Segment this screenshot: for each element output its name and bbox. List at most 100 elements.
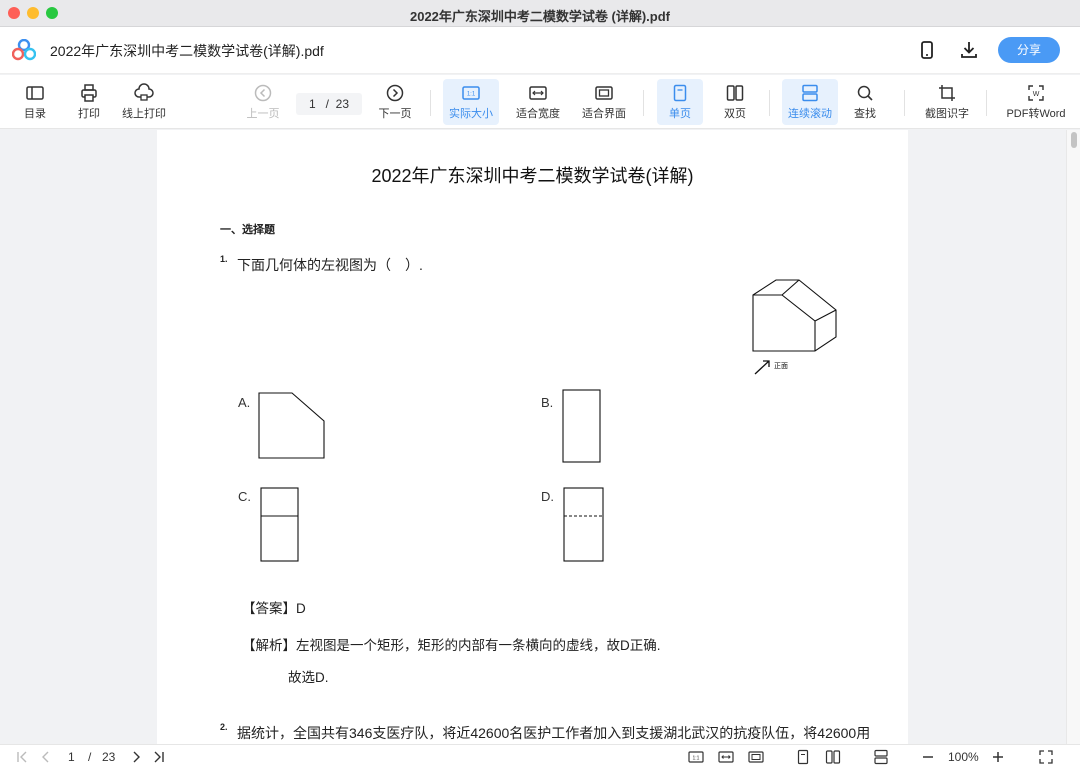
toolbar: 目录 打印 线上打印 上一页 1 / 23 下一页 1:1 实际大小 适合宽度 …	[0, 75, 1080, 129]
prev-page-icon[interactable]	[38, 749, 54, 765]
option-b-label: B.	[541, 395, 554, 410]
paper-title: 2022年广东深圳中考二模数学试卷(详解)	[371, 166, 694, 186]
svg-text:1:1: 1:1	[467, 92, 476, 98]
toolbar-divider	[904, 90, 905, 116]
print-button[interactable]: 打印	[72, 79, 106, 125]
option-a-label: A.	[238, 395, 251, 410]
page-separator: /	[325, 97, 329, 111]
zoom-in-icon[interactable]	[990, 749, 1006, 765]
cloud-print-icon	[134, 83, 154, 101]
toolbar-divider	[769, 90, 770, 116]
page-number-input[interactable]: 1 / 23	[296, 93, 362, 115]
next-page-label: 下一页	[378, 108, 412, 120]
next-page-icon[interactable]	[128, 749, 144, 765]
double-page-icon[interactable]	[825, 749, 841, 765]
bottom-current-page[interactable]: 1	[68, 748, 75, 766]
online-print-label: 线上打印	[122, 108, 166, 120]
single-page-button[interactable]: 单页	[657, 79, 703, 125]
fit-width-icon	[529, 86, 547, 100]
single-page-icon	[673, 84, 687, 102]
continuous-scroll-icon[interactable]	[873, 749, 889, 765]
convert-icon: W	[1028, 85, 1044, 101]
section-heading: 一、选择题	[220, 224, 275, 236]
continuous-scroll-label: 连续滚动	[788, 108, 832, 120]
option-a-figure	[258, 392, 325, 459]
title-bar: 2022年广东深圳中考二模数学试卷 (详解).pdf	[0, 0, 1080, 27]
pdf-to-word-button[interactable]: W PDF转Word	[1000, 79, 1072, 125]
option-d-figure	[563, 487, 604, 562]
double-page-icon	[726, 85, 744, 101]
actual-size-button[interactable]: 1:1 实际大小	[443, 79, 499, 125]
fit-page-button[interactable]: 适合界面	[578, 79, 630, 125]
actual-size-icon[interactable]: 1:1	[688, 749, 704, 765]
pdf-page: 2022年广东深圳中考二模数学试卷(详解) 一、选择题 1. 下面几何体的左视图…	[157, 130, 908, 744]
fit-page-icon[interactable]	[748, 749, 764, 765]
continuous-scroll-icon	[802, 84, 818, 102]
fit-page-icon	[595, 86, 613, 100]
svg-text:W: W	[1033, 91, 1040, 98]
download-icon[interactable]	[958, 39, 980, 61]
document-title: 2022年广东深圳中考二模数学试卷(详解).pdf	[50, 43, 324, 59]
fullscreen-icon[interactable]	[1038, 749, 1054, 765]
fit-page-label: 适合界面	[582, 108, 626, 120]
toolbar-divider	[986, 90, 987, 116]
next-page-button[interactable]: 下一页	[376, 79, 414, 125]
document-header: 2022年广东深圳中考二模数学试卷(详解).pdf 分享	[0, 27, 1080, 74]
current-page: 1	[308, 97, 316, 111]
prev-page-button[interactable]: 上一页	[244, 79, 282, 125]
zoom-level[interactable]: 100%	[948, 748, 979, 766]
app-logo-icon	[12, 39, 36, 61]
toc-icon	[26, 86, 44, 100]
share-button[interactable]: 分享	[998, 37, 1060, 63]
conclusion-text: 故选D.	[288, 670, 329, 685]
question-text: 下面几何体的左视图为（ ）.	[237, 257, 423, 273]
fit-width-button[interactable]: 适合宽度	[512, 79, 564, 125]
chevron-right-circle-icon	[386, 84, 404, 102]
total-pages: 23	[335, 97, 350, 111]
single-page-icon[interactable]	[795, 749, 811, 765]
option-b-figure	[562, 389, 601, 463]
bottom-total-pages: 23	[102, 750, 116, 764]
question-number: 1.	[220, 254, 228, 264]
vertical-scrollbar[interactable]	[1066, 130, 1080, 744]
svg-text:正面: 正面	[774, 362, 788, 370]
fit-width-icon[interactable]	[718, 749, 734, 765]
double-page-button[interactable]: 双页	[714, 79, 756, 125]
find-button[interactable]: 查找	[848, 79, 882, 125]
screenshot-ocr-label: 截图识字	[925, 108, 969, 120]
answer-text: 【答案】D	[242, 601, 306, 616]
screenshot-ocr-button[interactable]: 截图识字	[920, 79, 974, 125]
search-icon	[857, 85, 873, 101]
scrollbar-thumb[interactable]	[1071, 132, 1077, 148]
single-page-label: 单页	[669, 108, 691, 120]
zoom-out-icon[interactable]	[920, 749, 936, 765]
option-c-label: C.	[238, 489, 251, 504]
first-page-icon[interactable]	[14, 749, 30, 765]
find-label: 查找	[854, 108, 876, 120]
status-bar: 1 / 23 1:1 100%	[0, 744, 1080, 768]
prev-page-label: 上一页	[246, 108, 280, 120]
printer-icon	[81, 84, 97, 102]
double-page-label: 双页	[724, 108, 746, 120]
actual-size-icon: 1:1	[462, 86, 480, 100]
toc-button[interactable]: 目录	[18, 79, 52, 125]
window-title: 2022年广东深圳中考二模数学试卷 (详解).pdf	[409, 9, 670, 24]
actual-size-label: 实际大小	[449, 108, 493, 120]
last-page-icon[interactable]	[151, 749, 167, 765]
toc-label: 目录	[24, 108, 46, 120]
fit-width-label: 适合宽度	[516, 108, 560, 120]
chevron-left-circle-icon	[254, 84, 272, 102]
mobile-icon[interactable]	[916, 39, 938, 61]
continuous-scroll-button[interactable]: 连续滚动	[782, 79, 838, 125]
online-print-button[interactable]: 线上打印	[118, 79, 170, 125]
question-number: 2.	[220, 722, 228, 732]
option-c-figure	[260, 487, 299, 562]
question-text: 据统计，全国共有346支医疗队，将近42600名医护工作者加入到支援湖北武汉的抗…	[237, 725, 871, 741]
toolbar-divider	[430, 90, 431, 116]
document-viewport[interactable]: 2022年广东深圳中考二模数学试卷(详解) 一、选择题 1. 下面几何体的左视图…	[0, 130, 1080, 744]
svg-text:1:1: 1:1	[693, 756, 700, 762]
toolbar-divider	[643, 90, 644, 116]
crop-icon	[939, 85, 955, 101]
bottom-page-separator: /	[88, 750, 92, 764]
print-label: 打印	[78, 108, 100, 120]
